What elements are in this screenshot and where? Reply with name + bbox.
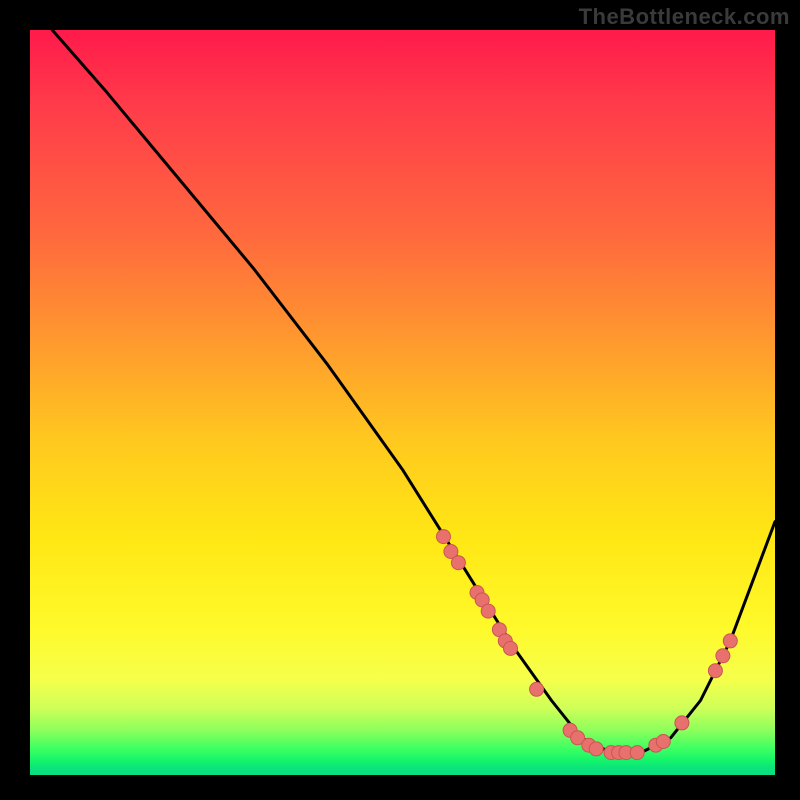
curve-marker bbox=[481, 604, 495, 618]
curve-marker bbox=[589, 742, 603, 756]
watermark-text: TheBottleneck.com bbox=[579, 4, 790, 30]
curve-marker bbox=[675, 716, 689, 730]
chart-frame: TheBottleneck.com bbox=[0, 0, 800, 800]
curve-marker bbox=[437, 530, 451, 544]
curve-markers bbox=[437, 530, 738, 760]
curve-marker bbox=[723, 634, 737, 648]
curve-marker bbox=[530, 682, 544, 696]
curve-marker bbox=[708, 664, 722, 678]
curve-marker bbox=[656, 735, 670, 749]
curve-marker bbox=[716, 649, 730, 663]
bottleneck-curve bbox=[30, 0, 775, 753]
curve-marker bbox=[451, 556, 465, 570]
chart-svg bbox=[30, 30, 775, 775]
curve-marker bbox=[504, 641, 518, 655]
curve-marker bbox=[630, 746, 644, 760]
plot-gradient-area bbox=[30, 30, 775, 775]
